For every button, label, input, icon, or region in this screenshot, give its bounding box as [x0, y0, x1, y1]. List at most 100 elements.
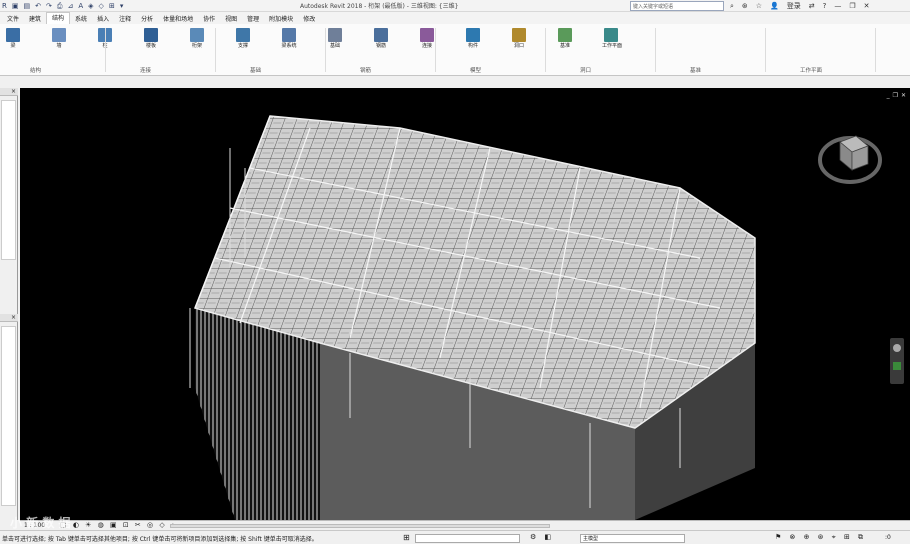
- restore-view-icon[interactable]: ❐: [893, 92, 898, 99]
- navigation-bar: [890, 338, 904, 384]
- ribbon-tool-3[interactable]: 楼板: [142, 28, 160, 50]
- ribbon-panel-label: 模型: [470, 68, 482, 74]
- tab-3[interactable]: 系统: [70, 14, 92, 23]
- ribbon-tool-7[interactable]: 基础: [326, 28, 344, 50]
- ribbon-panel-label: 工作平面: [800, 68, 823, 74]
- ribbon-tool-label: 基准: [559, 43, 570, 49]
- section-icon[interactable]: ◇: [99, 2, 104, 10]
- status-hint: 单击可进行选择; 按 Tab 键单击可选择其他项目; 按 Ctrl 键单击可将新…: [2, 536, 318, 543]
- ribbon-panel-label: 连接: [140, 68, 152, 74]
- ribbon-tool-label: 支撑: [237, 43, 248, 49]
- ribbon-tool-icon: [52, 28, 66, 42]
- ribbon-separator: [325, 28, 326, 72]
- tab-1[interactable]: 建筑: [24, 14, 46, 23]
- ribbon-tool-10[interactable]: 构件: [464, 28, 482, 50]
- tab-7[interactable]: 体量和场地: [158, 14, 198, 23]
- zoom-icon[interactable]: [893, 362, 901, 370]
- minimize-view-icon[interactable]: _: [887, 92, 890, 99]
- tab-0[interactable]: 文件: [2, 14, 24, 23]
- ribbon-tool-icon: [190, 28, 204, 42]
- ribbon-tool-label: 墙: [56, 43, 62, 49]
- ribbon-tool-label: 工作平面: [602, 43, 623, 49]
- ribbon-separator: [655, 28, 656, 72]
- subscription-icon[interactable]: ⊛: [742, 2, 748, 10]
- horizontal-scrollbar[interactable]: [170, 524, 550, 528]
- close-view-icon[interactable]: ✕: [901, 92, 906, 99]
- tab-11[interactable]: 附加模块: [264, 14, 298, 23]
- tab-4[interactable]: 插入: [92, 14, 114, 23]
- switch-windows-icon[interactable]: ⊞: [109, 2, 115, 10]
- filter-count[interactable]: :0: [885, 534, 891, 541]
- ribbon-tool-icon: [420, 28, 434, 42]
- ribbon-tool-9[interactable]: 连接: [418, 28, 436, 50]
- close-icon[interactable]: ×: [11, 314, 16, 321]
- revit-logo-icon[interactable]: R: [2, 2, 7, 10]
- ribbon-tool-label: 洞口: [513, 43, 524, 49]
- minimize-button[interactable]: —: [834, 2, 841, 10]
- search-input[interactable]: 键入关键字或短语: [630, 1, 724, 11]
- tab-5[interactable]: 注释: [114, 14, 136, 23]
- ribbon-tool-11[interactable]: 洞口: [510, 28, 528, 50]
- ribbon-tool-12[interactable]: 基准: [556, 28, 574, 50]
- title-right-tools: ⌕ ⊛ ☆ 👤 登录 ⇄ ? — ❐ ✕: [730, 0, 870, 12]
- view-control-icons[interactable]: □ ◐ ☀ ◍ ▣ ⊡ ✂ ◎ ◇ ‹: [60, 521, 176, 529]
- ribbon-tool-6[interactable]: 梁系统: [280, 28, 298, 50]
- properties-panel: × ×: [0, 88, 18, 520]
- workset-icon[interactable]: ⊞: [403, 533, 410, 542]
- selection-filter-icons[interactable]: ⚑ ⊗ ⊕ ⊛ ⌖ ⊞ ⧉: [775, 533, 866, 542]
- steering-wheel-icon[interactable]: [893, 344, 901, 352]
- project-browser-header[interactable]: ×: [0, 314, 18, 322]
- tab-2[interactable]: 结构: [46, 12, 71, 24]
- 3d-view-icon[interactable]: ◈: [88, 2, 93, 10]
- tab-8[interactable]: 协作: [198, 14, 220, 23]
- workset-dropdown[interactable]: [415, 534, 520, 543]
- ribbon-tool-0[interactable]: 梁: [4, 28, 22, 50]
- ribbon-panel-label: 基准: [690, 68, 702, 74]
- ribbon-tool-label: 梁: [10, 43, 16, 49]
- undo-icon[interactable]: ↶: [35, 2, 41, 10]
- ribbon-tool-icon: [466, 28, 480, 42]
- restore-button[interactable]: ❐: [849, 2, 855, 10]
- viewport-window-controls: _ ❐ ✕: [887, 92, 906, 99]
- text-icon[interactable]: A: [78, 2, 83, 10]
- measure-icon[interactable]: ⊿: [67, 2, 73, 10]
- editing-requests-icons[interactable]: ⚙ ◧: [530, 533, 554, 541]
- ribbon: 梁墙柱楼板桁架支撑梁系统基础钢筋连接构件洞口基准工作平面结构连接基础钢筋模型洞口…: [0, 24, 910, 76]
- search-icon[interactable]: ⌕: [730, 2, 734, 11]
- viewcube[interactable]: [818, 135, 882, 184]
- tab-12[interactable]: 修改: [298, 14, 320, 23]
- project-browser-tree[interactable]: [1, 326, 16, 506]
- window-title: Autodesk Revit 2018 - 桁架 (最低版) - 三维视图: {…: [300, 3, 459, 10]
- save-icon[interactable]: ▤: [24, 2, 31, 10]
- 3d-viewport[interactable]: _ ❐ ✕: [20, 88, 910, 520]
- ribbon-tool-13[interactable]: 工作平面: [602, 28, 623, 50]
- ribbon-tool-icon: [512, 28, 526, 42]
- close-icon[interactable]: ×: [11, 88, 16, 95]
- properties-list[interactable]: [1, 100, 16, 260]
- ribbon-tool-label: 梁系统: [281, 43, 297, 49]
- tab-6[interactable]: 分析: [136, 14, 158, 23]
- ribbon-tool-label: 连接: [421, 43, 432, 49]
- ribbon-panel-label: 基础: [250, 68, 262, 74]
- ribbon-separator: [105, 28, 106, 72]
- ribbon-panel-label: 结构: [30, 68, 42, 74]
- exchange-icon[interactable]: ⇄: [809, 2, 815, 10]
- user-icon[interactable]: 👤: [770, 2, 779, 10]
- redo-icon[interactable]: ↷: [46, 2, 52, 10]
- properties-header[interactable]: ×: [0, 88, 18, 96]
- dropdown-icon[interactable]: ▾: [120, 2, 124, 10]
- close-button[interactable]: ✕: [864, 2, 870, 10]
- communication-icon[interactable]: ☆: [756, 2, 762, 10]
- tab-9[interactable]: 视图: [220, 14, 242, 23]
- help-icon[interactable]: ?: [823, 2, 827, 10]
- design-option-dropdown[interactable]: 主模型: [580, 534, 685, 543]
- ribbon-tool-5[interactable]: 支撑: [234, 28, 252, 50]
- ribbon-tool-1[interactable]: 墙: [50, 28, 68, 50]
- tab-10[interactable]: 管理: [242, 14, 264, 23]
- open-icon[interactable]: ▣: [12, 2, 19, 10]
- ribbon-panel-label: 钢筋: [360, 68, 372, 74]
- print-icon[interactable]: ⎙: [57, 2, 63, 11]
- ribbon-tool-8[interactable]: 钢筋: [372, 28, 390, 50]
- ribbon-tool-4[interactable]: 桁架: [188, 28, 206, 50]
- user-label[interactable]: 登录: [787, 1, 801, 11]
